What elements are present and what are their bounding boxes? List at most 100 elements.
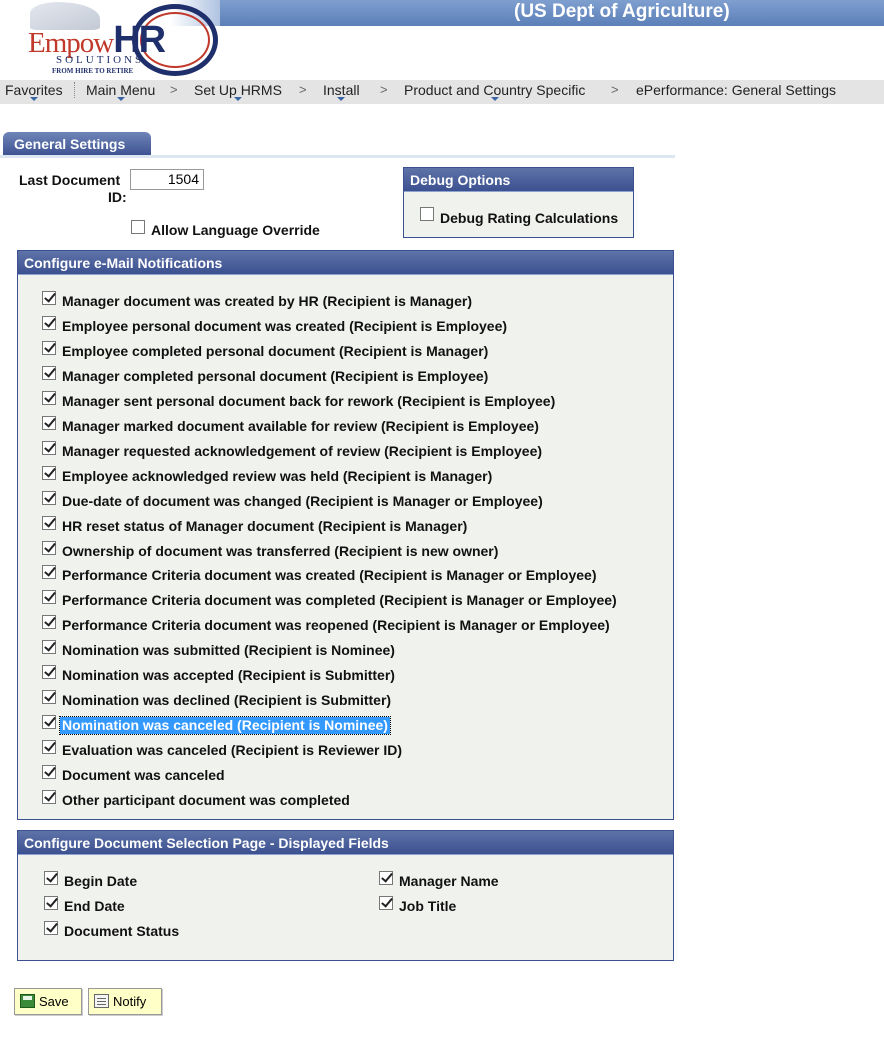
nav-divider bbox=[74, 82, 75, 98]
allow-language-override-checkbox[interactable] bbox=[131, 220, 145, 234]
email-notification-0-checkbox[interactable] bbox=[42, 291, 56, 305]
email-notification-15-checkbox[interactable] bbox=[42, 665, 56, 680]
last-document-id-field[interactable]: 1504 bbox=[130, 169, 204, 190]
email-notification-20-label: Other participant document was completed bbox=[62, 792, 350, 808]
email-notification-19-label: Document was canceled bbox=[62, 767, 225, 784]
email-notification-7-label: Employee acknowledged review was held (R… bbox=[62, 467, 493, 484]
breadcrumb-separator: > bbox=[170, 82, 178, 97]
logo-tagline: FROM HIRE TO RETIRE bbox=[52, 67, 134, 75]
email-notification-18-checkbox[interactable] bbox=[42, 740, 56, 755]
nav-install[interactable]: Install bbox=[323, 80, 360, 101]
last-document-id-label-line1: Last Document bbox=[19, 172, 121, 188]
email-notification-12-checkbox[interactable] bbox=[42, 590, 56, 605]
breadcrumb-separator: > bbox=[611, 82, 619, 97]
tab-underline bbox=[0, 155, 675, 158]
empowhr-logo: EmpowHR SOLUTIONS FROM HIRE TO RETIRE bbox=[20, 2, 218, 78]
email-notification-18-label: Evaluation was canceled (Recipient is Re… bbox=[62, 742, 403, 759]
email-notification-2-checkbox[interactable] bbox=[42, 340, 56, 355]
debug-options-title: Debug Options bbox=[404, 168, 633, 192]
tab-general-settings[interactable]: General Settings bbox=[3, 132, 151, 156]
email-notification-11-label: Performance Criteria document was create… bbox=[62, 567, 597, 584]
email-notification-4-label: Manager sent personal document back for … bbox=[62, 392, 556, 409]
email-notification-14-label: Nomination was submitted (Recipient is N… bbox=[62, 642, 395, 659]
document-selection-group: Configure Document Selection Page - Disp… bbox=[17, 830, 674, 961]
email-notification-10-checkbox[interactable] bbox=[42, 540, 56, 555]
email-notification-7-checkbox[interactable] bbox=[42, 465, 56, 480]
email-notification-9-label: HR reset status of Manager document (Rec… bbox=[62, 517, 468, 534]
nav-favorites-label: Favorites bbox=[5, 82, 63, 98]
nav-eperformance-general-settings: ePerformance: General Settings bbox=[636, 82, 836, 98]
debug-rating-calculations-checkbox[interactable] bbox=[420, 207, 434, 221]
docsel-left-2-label: Document Status bbox=[64, 923, 180, 939]
notify-button-label: Notify bbox=[113, 994, 147, 1009]
document-selection-title: Configure Document Selection Page - Disp… bbox=[18, 831, 673, 855]
docsel-right-0-label: Manager Name bbox=[399, 873, 499, 889]
email-notification-16-label: Nomination was declined (Recipient is Su… bbox=[62, 692, 392, 709]
last-document-id-label-line2: ID: bbox=[108, 189, 127, 205]
save-button[interactable]: Save bbox=[14, 988, 82, 1015]
logo-subtitle: SOLUTIONS bbox=[56, 54, 145, 66]
email-notification-16-checkbox[interactable] bbox=[42, 690, 56, 705]
nav-main-menu[interactable]: Main Menu bbox=[86, 80, 156, 101]
docsel-left-1-checkbox[interactable] bbox=[44, 896, 58, 910]
email-notification-0-label: Manager document was created by HR (Reci… bbox=[62, 293, 472, 309]
breadcrumb-nav: Favorites Main Menu > Set Up HRMS > Inst… bbox=[0, 80, 884, 104]
email-notification-8-checkbox[interactable] bbox=[42, 490, 56, 505]
email-notification-3-label: Manager completed personal document (Rec… bbox=[62, 367, 489, 384]
nav-product-country-label: Product and Country Specific bbox=[404, 82, 586, 98]
email-notification-11-checkbox[interactable] bbox=[42, 565, 56, 580]
email-notification-10-label: Ownership of document was transferred (R… bbox=[62, 542, 499, 559]
save-button-label: Save bbox=[39, 994, 69, 1009]
docsel-right-1-label: Job Title bbox=[399, 898, 457, 914]
email-notification-8-label: Due-date of document was changed (Recipi… bbox=[62, 492, 543, 509]
email-notification-13-checkbox[interactable] bbox=[42, 615, 56, 630]
save-icon bbox=[20, 994, 35, 1008]
organization-title: (US Dept of Agriculture) bbox=[514, 1, 730, 22]
email-notification-1-checkbox[interactable] bbox=[42, 315, 56, 330]
nav-product-country[interactable]: Product and Country Specific bbox=[404, 80, 586, 101]
dropdown-triangle-icon bbox=[233, 97, 242, 101]
email-notification-12-label: Performance Criteria document was comple… bbox=[62, 592, 617, 609]
email-notification-4-checkbox[interactable] bbox=[42, 390, 56, 405]
email-notification-13-label: Performance Criteria document was reopen… bbox=[62, 617, 610, 634]
dropdown-triangle-icon bbox=[29, 97, 38, 101]
docsel-left-1-label: End Date bbox=[64, 898, 125, 914]
page-header: (US Dept of Agriculture) EmpowHR SOLUTIO… bbox=[0, 0, 884, 80]
email-notification-6-label: Manager requested acknowledgement of rev… bbox=[62, 442, 543, 459]
docsel-left-0-label: Begin Date bbox=[64, 873, 138, 889]
email-notification-14-checkbox[interactable] bbox=[42, 640, 56, 655]
notify-button[interactable]: Notify bbox=[88, 988, 162, 1015]
email-notification-15-label: Nomination was accepted (Recipient is Su… bbox=[62, 667, 395, 684]
docsel-right-0-checkbox[interactable] bbox=[379, 871, 393, 885]
dropdown-triangle-icon bbox=[116, 97, 125, 101]
email-notification-20-checkbox[interactable] bbox=[42, 790, 56, 804]
allow-language-override-label: Allow Language Override bbox=[151, 222, 320, 238]
notify-icon bbox=[94, 994, 109, 1008]
email-notification-17-checkbox[interactable] bbox=[42, 715, 56, 730]
nav-set-up-hrms[interactable]: Set Up HRMS bbox=[194, 80, 282, 101]
dropdown-triangle-icon bbox=[490, 97, 499, 101]
docsel-left-2-checkbox[interactable] bbox=[44, 921, 58, 935]
email-notification-3-checkbox[interactable] bbox=[42, 365, 56, 380]
email-notification-5-checkbox[interactable] bbox=[42, 415, 56, 430]
dropdown-triangle-icon bbox=[337, 97, 346, 101]
nav-favorites[interactable]: Favorites bbox=[5, 80, 63, 101]
email-notification-9-checkbox[interactable] bbox=[42, 515, 56, 530]
email-notifications-group: Configure e-Mail Notifications Manager d… bbox=[17, 250, 674, 820]
nav-set-up-hrms-label: Set Up HRMS bbox=[194, 82, 282, 98]
breadcrumb-separator: > bbox=[380, 82, 388, 97]
email-notification-6-checkbox[interactable] bbox=[42, 440, 56, 455]
breadcrumb-separator: > bbox=[299, 82, 307, 97]
debug-rating-calculations-label: Debug Rating Calculations bbox=[440, 210, 619, 226]
email-notification-19-checkbox[interactable] bbox=[42, 765, 56, 780]
docsel-left-0-checkbox[interactable] bbox=[44, 871, 58, 885]
debug-options-group: Debug Options Debug Rating Calculations bbox=[403, 167, 634, 238]
docsel-right-1-checkbox[interactable] bbox=[379, 896, 393, 910]
nav-main-menu-label: Main Menu bbox=[86, 82, 156, 98]
email-notification-1-label: Employee personal document was created (… bbox=[62, 317, 508, 334]
email-notifications-title: Configure e-Mail Notifications bbox=[18, 251, 673, 275]
email-notification-5-label: Manager marked document available for re… bbox=[62, 417, 539, 434]
email-notification-2-label: Employee completed personal document (Re… bbox=[62, 342, 489, 359]
email-notification-17-label: Nomination was canceled (Recipient is No… bbox=[59, 716, 391, 736]
nav-install-label: Install bbox=[323, 82, 360, 98]
